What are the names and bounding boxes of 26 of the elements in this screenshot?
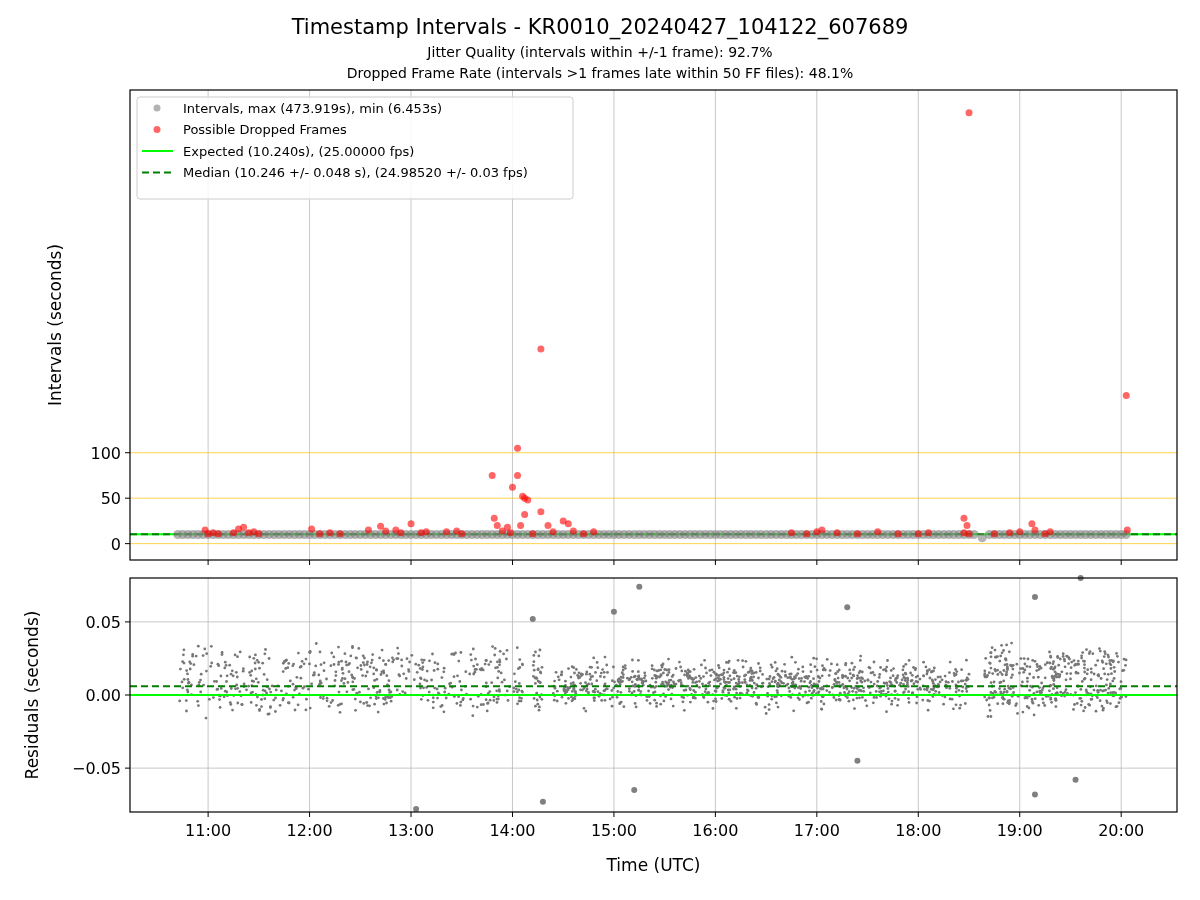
- x-tick-label: 17:00: [793, 821, 840, 840]
- legend-label: Expected (10.240s), (25.00000 fps): [183, 143, 415, 159]
- x-tick-label: 13:00: [387, 821, 435, 840]
- y-axis-title: Intervals (seconds): [45, 243, 65, 407]
- x-tick-label: 15:00: [590, 821, 637, 840]
- x-tick-label: 20:00: [1098, 821, 1145, 840]
- chart-subtitle: Dropped Frame Rate (intervals >1 frames late within 50 FF files): 48.1%: [346, 64, 854, 83]
- legend-label: Intervals, max (473.919s), min (6.453s): [183, 100, 442, 116]
- legend-label: Median (10.246 +/- 0.048 s), (24.98520 +/- 0.03 fps): [183, 165, 528, 180]
- y-tick-label: 0.00: [85, 686, 121, 705]
- x-tick-label: 11:00: [185, 821, 232, 840]
- y-axis-title: Residuals (seconds): [22, 610, 42, 780]
- x-tick-label: 16:00: [692, 821, 739, 840]
- x-axis-title: Time (UTC): [606, 855, 701, 875]
- y-tick-label: 0: [110, 534, 121, 554]
- x-tick-label: 19:00: [996, 821, 1043, 840]
- x-tick-label: 14:00: [489, 821, 536, 840]
- y-tick-label: 0.05: [85, 612, 121, 632]
- x-tick-label: 18:00: [895, 821, 942, 840]
- legend-label: Possible Dropped Frames: [183, 122, 347, 137]
- y-tick-label: 100: [90, 443, 121, 463]
- x-tick-label: 12:00: [286, 821, 333, 840]
- y-tick-label: −0.05: [71, 759, 121, 779]
- chart-subtitle: Jitter Quality (intervals within +/-1 frame): 92.7%: [427, 43, 773, 62]
- y-tick-label: 50: [100, 489, 121, 509]
- figure-title: Timestamp Intervals - KR0010_20240427_104122_607689: [291, 14, 909, 40]
